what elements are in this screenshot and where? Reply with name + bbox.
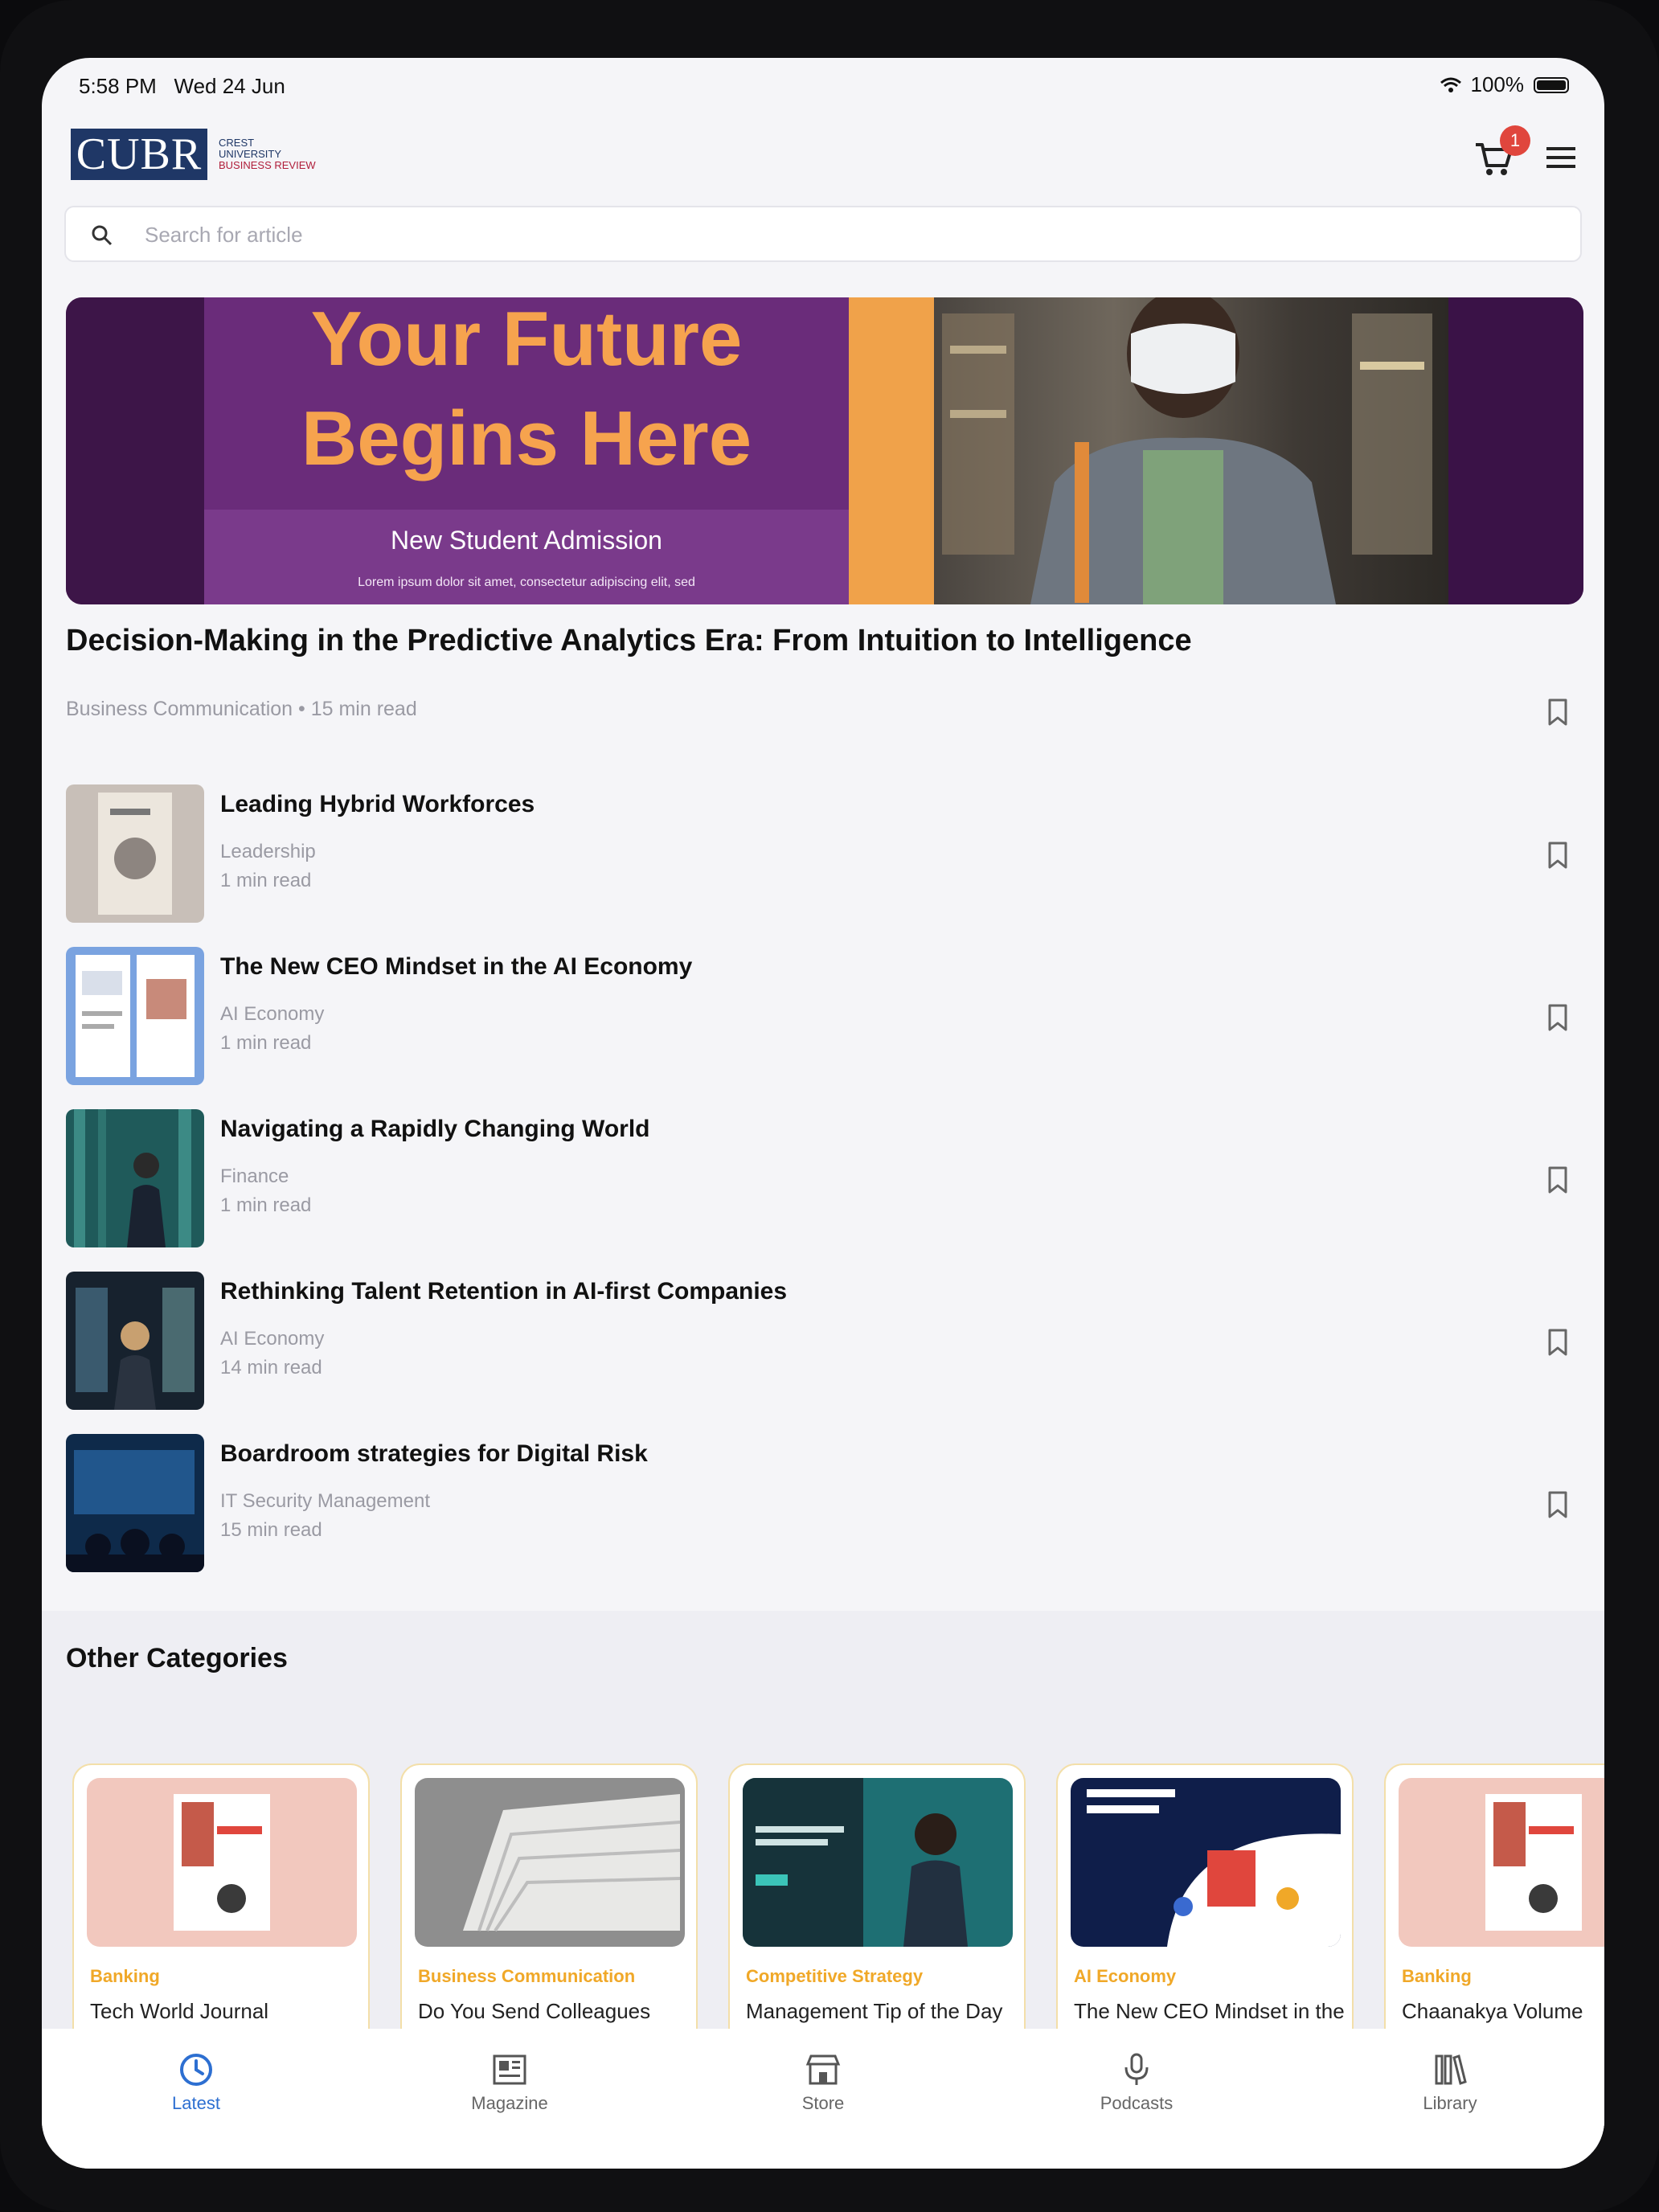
- card-category: Banking: [90, 1966, 160, 1986]
- card-category: Competitive Strategy: [746, 1966, 924, 1986]
- wifi-icon: [1440, 77, 1461, 92]
- section-heading: Other Categories: [66, 1643, 288, 1673]
- cart-badge: 1: [1500, 125, 1530, 156]
- search-icon: [92, 225, 113, 246]
- article-thumbnail: [66, 784, 204, 923]
- other-categories-section: Other Categories Banking Tech World Jour…: [42, 1611, 1604, 2149]
- date-label: Wed 24 Jun: [174, 74, 285, 98]
- hamburger-menu-icon[interactable]: [1543, 140, 1579, 175]
- article-row[interactable]: Boardroom strategies for Digital Risk IT…: [66, 1434, 1583, 1575]
- card-image: [1071, 1778, 1341, 1947]
- device-frame: 5:58 PM Wed 24 Jun 100% CUBR CREST UNIVE…: [0, 0, 1659, 2212]
- app-header: CUBR CREST UNIVERSITY BUSINESS REVIEW 1: [42, 122, 1604, 211]
- magazine-icon: [493, 2054, 526, 2085]
- article-row[interactable]: The New CEO Mindset in the AI Economy AI…: [66, 947, 1583, 1088]
- article-read-time: 14 min read: [220, 1357, 322, 1378]
- logo-mark: CUBR: [71, 129, 207, 180]
- microphone-icon: [1124, 2053, 1149, 2085]
- article-category: Finance: [220, 1165, 289, 1187]
- time-label: 5:58 PM: [79, 74, 157, 98]
- article-thumbnail: [66, 1109, 204, 1247]
- card-category: Banking: [1402, 1966, 1472, 1986]
- article-category: AI Economy: [220, 1328, 325, 1350]
- tab-label: Library: [1423, 2093, 1477, 2113]
- article-title: Leading Hybrid Workforces: [220, 791, 535, 817]
- promo-banner[interactable]: Your Future Begins Here New Student Admi…: [66, 297, 1583, 604]
- featured-article-title[interactable]: Decision-Making in the Predictive Analyt…: [66, 624, 1192, 658]
- banner-subheading: New Student Admission: [391, 526, 662, 555]
- banner-headline-line-2: Begins Here: [301, 395, 752, 481]
- article-category: IT Security Management: [220, 1490, 431, 1512]
- bookmark-icon[interactable]: [1545, 698, 1571, 727]
- battery-label: 100%: [1470, 72, 1525, 96]
- featured-article-meta: Business Communication • 15 min read: [66, 698, 417, 720]
- status-bar: 5:58 PM Wed 24 Jun 100%: [42, 58, 1604, 111]
- banner-headline: Your Future Begins Here: [204, 297, 849, 489]
- status-right: 100%: [1440, 72, 1569, 97]
- card-image: [743, 1778, 1013, 1947]
- article-read-time: 1 min read: [220, 870, 312, 891]
- card-image: [87, 1778, 357, 1947]
- article-row[interactable]: Rethinking Talent Retention in AI-first …: [66, 1272, 1583, 1413]
- bookmark-icon[interactable]: [1545, 1490, 1571, 1519]
- tab-podcasts[interactable]: Podcasts: [1056, 2051, 1217, 2114]
- tab-magazine[interactable]: Magazine: [429, 2051, 590, 2114]
- article-category: AI Economy: [220, 1003, 325, 1025]
- tab-store[interactable]: Store: [743, 2051, 903, 2114]
- bookmark-icon[interactable]: [1545, 1328, 1571, 1357]
- article-thumbnail: [66, 947, 204, 1085]
- search-bar: [64, 206, 1582, 262]
- banner-left-bg: [66, 297, 204, 604]
- banner-body: Lorem ipsum dolor sit amet, consectetur …: [358, 576, 695, 589]
- article-thumbnail: [66, 1272, 204, 1410]
- card-image: [1399, 1778, 1604, 1947]
- banner-headline-line-1: Your Future: [310, 297, 743, 382]
- card-category: AI Economy: [1074, 1966, 1177, 1986]
- article-title: Navigating a Rapidly Changing World: [220, 1116, 650, 1142]
- card-image: [415, 1778, 685, 1947]
- article-row[interactable]: Navigating a Rapidly Changing World Fina…: [66, 1109, 1583, 1251]
- bottom-tab-bar: Latest Magazine Store Podcasts Library: [42, 2029, 1604, 2169]
- article-category: Leadership: [220, 841, 316, 862]
- card-title: Tech World Journal: [90, 1999, 269, 2023]
- article-thumbnail: [66, 1434, 204, 1572]
- article-title: The New CEO Mindset in the AI Economy: [220, 953, 693, 980]
- banner-right-bg: [1448, 297, 1583, 604]
- tab-label: Magazine: [471, 2093, 548, 2113]
- card-title: Chaanakya Volume: [1402, 1999, 1583, 2023]
- tab-latest[interactable]: Latest: [116, 2051, 276, 2114]
- student-illustration: [942, 297, 1432, 604]
- library-icon: [1435, 2054, 1467, 2085]
- status-time: 5:58 PM Wed 24 Jun: [79, 74, 285, 99]
- article-title: Boardroom strategies for Digital Risk: [220, 1440, 648, 1467]
- logo-line-3: BUSINESS REVIEW: [219, 159, 316, 171]
- bookmark-icon[interactable]: [1545, 841, 1571, 870]
- banner-panel-bottom: [204, 510, 849, 604]
- tab-label: Store: [801, 2093, 845, 2113]
- article-read-time: 15 min read: [220, 1519, 322, 1541]
- logo-line-2: UNIVERSITY: [219, 148, 282, 160]
- card-category: Business Communication: [418, 1966, 636, 1986]
- search-input[interactable]: [145, 217, 1511, 252]
- card-title: Management Tip of the Day: [746, 1999, 1003, 2023]
- battery-icon: [1534, 76, 1569, 93]
- logo-subtitle: CREST UNIVERSITY BUSINESS REVIEW: [219, 137, 316, 171]
- bookmark-icon[interactable]: [1545, 1003, 1571, 1032]
- app-logo[interactable]: CUBR CREST UNIVERSITY BUSINESS REVIEW: [71, 129, 316, 180]
- article-read-time: 1 min read: [220, 1032, 312, 1054]
- logo-line-1: CREST: [219, 137, 255, 149]
- tab-library[interactable]: Library: [1370, 2051, 1530, 2114]
- article-read-time: 1 min read: [220, 1194, 312, 1216]
- article-row[interactable]: Leading Hybrid Workforces Leadership 1 m…: [66, 784, 1583, 926]
- tab-label: Latest: [172, 2093, 220, 2113]
- clock-icon: [180, 2054, 212, 2086]
- banner-accent-strip: [849, 297, 934, 604]
- app-screen: 5:58 PM Wed 24 Jun 100% CUBR CREST UNIVE…: [42, 58, 1604, 2169]
- bookmark-icon[interactable]: [1545, 1165, 1571, 1194]
- tab-label: Podcasts: [1100, 2093, 1174, 2113]
- banner-student-photo: [934, 297, 1448, 604]
- store-icon: [805, 2054, 841, 2085]
- article-title: Rethinking Talent Retention in AI-first …: [220, 1278, 788, 1305]
